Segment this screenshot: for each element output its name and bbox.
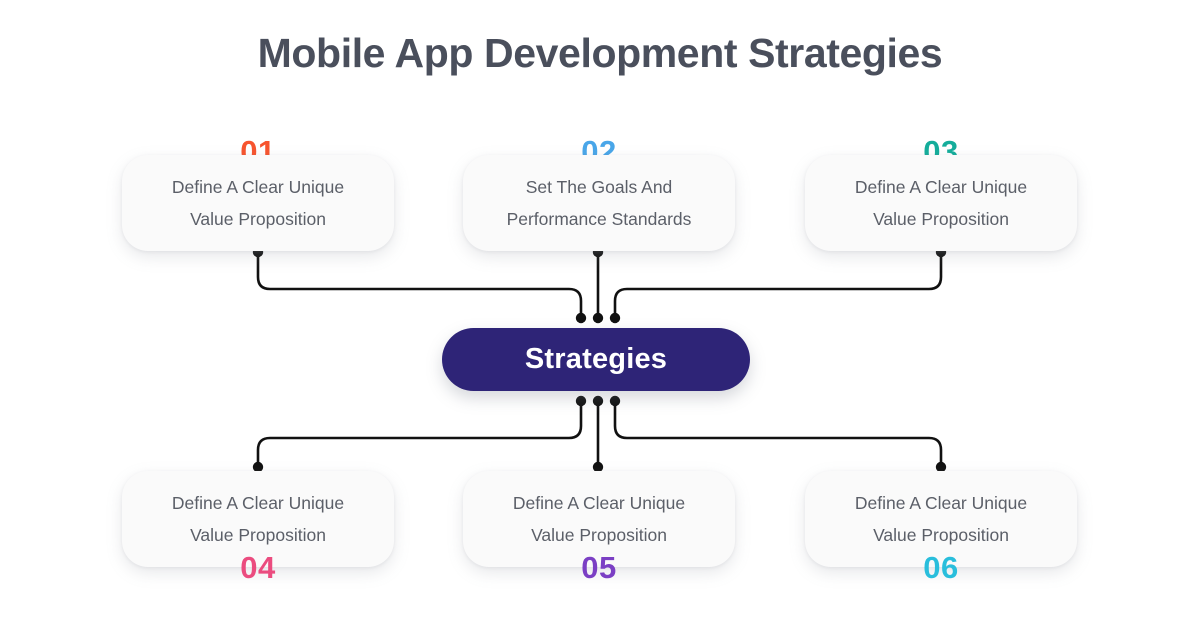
step-card-06-line-1: Define A Clear Unique — [854, 493, 1028, 513]
step-card-05-line-1: Define A Clear Unique — [512, 493, 686, 513]
page-title: Mobile App Development Strategies — [257, 30, 943, 76]
connector-dot-pill-top-left — [575, 312, 587, 324]
step-card-01-line-2: Value Proposition — [190, 209, 326, 229]
step-card-02[interactable]: Set The Goals And Performance Standards — [463, 155, 735, 251]
connector-path-06 — [613, 399, 943, 469]
infographic-canvas: Mobile App Development Strategies 01 02 … — [0, 0, 1200, 627]
step-card-03[interactable]: Define A Clear Unique Value Proposition — [805, 155, 1077, 251]
connector-path-03 — [613, 250, 943, 320]
step-card-05-line-2: Value Proposition — [531, 525, 667, 545]
center-node-strategies[interactable]: Strategies — [442, 328, 750, 391]
step-number-04: 04 — [240, 550, 276, 585]
step-card-03-line-1: Define A Clear Unique — [854, 177, 1028, 197]
step-card-02-line-2: Performance Standards — [506, 209, 692, 229]
center-node-label: Strategies — [524, 343, 668, 375]
connector-dot-pill-bottom-right — [609, 395, 621, 407]
connector-dot-pill-bottom-left — [575, 395, 587, 407]
connector-dot-pill-top-right — [609, 312, 621, 324]
step-card-06-line-2: Value Proposition — [873, 525, 1009, 545]
connector-dot-pill-bottom-center — [592, 395, 604, 407]
connector-dot-pill-top-center — [592, 312, 604, 324]
step-card-02-line-1: Set The Goals And — [525, 177, 673, 197]
step-card-01[interactable]: Define A Clear Unique Value Proposition — [122, 155, 394, 251]
step-card-04-line-2: Value Proposition — [190, 525, 326, 545]
step-card-01-line-1: Define A Clear Unique — [171, 177, 345, 197]
step-number-05: 05 — [581, 550, 617, 585]
connector-path-01 — [256, 250, 583, 320]
step-card-03-line-2: Value Proposition — [873, 209, 1009, 229]
connector-path-04 — [256, 399, 583, 469]
step-card-04-line-1: Define A Clear Unique — [171, 493, 345, 513]
step-number-06: 06 — [923, 550, 959, 585]
